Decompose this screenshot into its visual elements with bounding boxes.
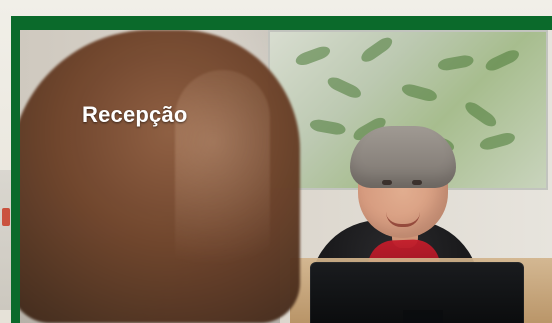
leaf-5 [436, 53, 475, 72]
receptionist-hair [350, 126, 456, 188]
leaf-3 [358, 34, 395, 65]
monitor-stand [403, 310, 443, 323]
foreground-highlight [175, 70, 270, 310]
leaf-7 [483, 47, 522, 74]
page: Recepção [0, 0, 552, 323]
leaf-11 [478, 130, 517, 152]
right-eye [412, 180, 422, 185]
left-eye [382, 180, 392, 185]
leaf-1 [293, 44, 332, 68]
leaf-6 [462, 99, 499, 130]
left-red-mark [2, 208, 10, 226]
leaf-4 [400, 82, 439, 104]
leaf-2 [325, 74, 364, 101]
photo-caption: Recepção [82, 102, 188, 127]
reception-photo: Recepção [20, 30, 552, 323]
leaf-8 [308, 118, 347, 137]
